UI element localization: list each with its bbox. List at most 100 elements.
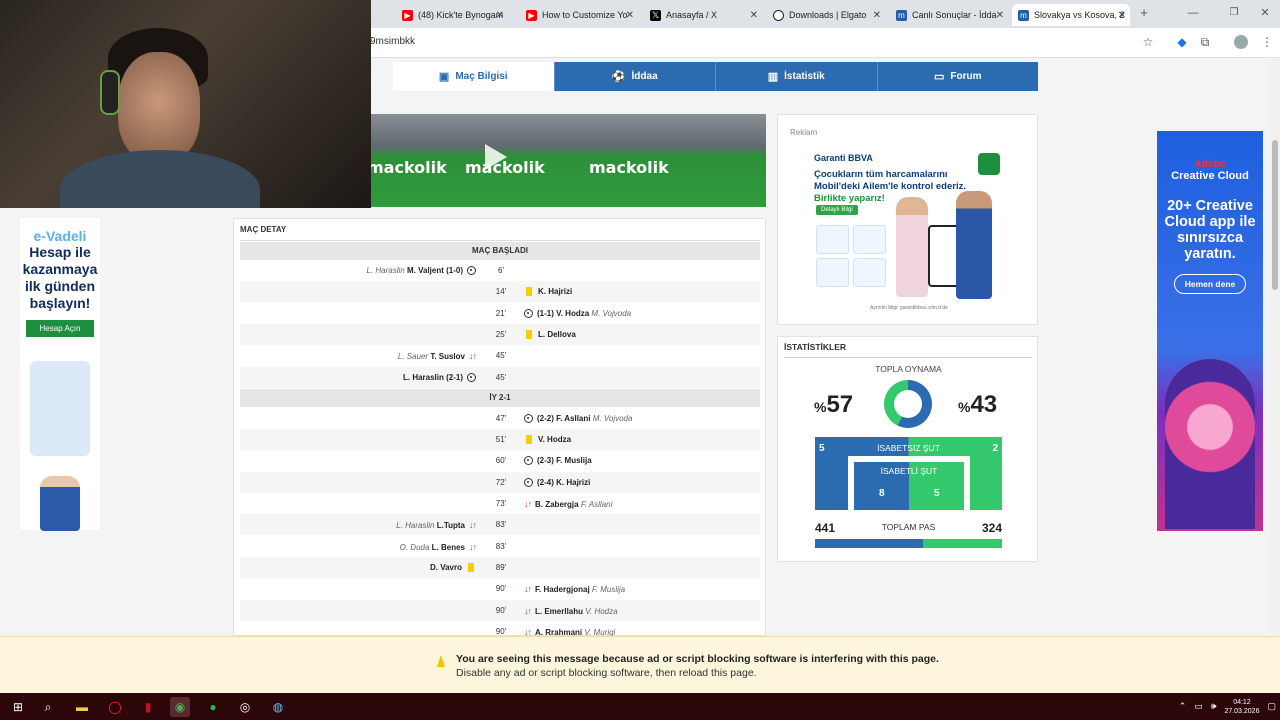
restore-icon[interactable]: ❐ — [1227, 6, 1241, 20]
headset-icon — [100, 70, 120, 115]
chat-icon: ▭ — [933, 71, 945, 83]
event-minute: 72' — [495, 477, 507, 487]
notification-icon[interactable]: ▢ — [1267, 701, 1276, 712]
event-away: (2-2) F. Asllani M. Vojvoda — [520, 413, 633, 423]
spotify-icon[interactable]: ● — [203, 697, 223, 717]
garanti-ad[interactable]: Reklam Garanti BBVA Çocukların tüm harca… — [777, 114, 1038, 325]
woman-image — [896, 197, 928, 297]
close-icon[interactable]: ✕ — [996, 10, 1004, 21]
url-field[interactable]: 9msimbkk — [370, 36, 415, 47]
close-icon[interactable]: ✕ — [873, 10, 881, 21]
youtube-icon: ▶ — [526, 9, 537, 21]
chevron-up-icon[interactable]: ⌃ — [1179, 701, 1187, 712]
event-away: L. Dellova — [520, 329, 576, 339]
obs-icon[interactable]: ◎ — [235, 697, 255, 717]
browser-tab-5[interactable]: m Canlı Sonuçlar - İdda ✕ — [890, 4, 1008, 26]
feature-tile — [853, 258, 886, 287]
bookmark-star-icon[interactable]: ☆ — [1141, 35, 1155, 49]
adobe-product: Creative Cloud — [1171, 170, 1249, 182]
tab-istatistik[interactable]: ▥ İstatistik — [716, 62, 878, 91]
possession-label: TOPLA OYNAMA — [875, 364, 942, 374]
close-icon[interactable]: ✕ — [626, 10, 634, 21]
event-assist: M. Vojvoda — [592, 413, 633, 423]
yellow-card-icon — [526, 329, 532, 339]
browser-tab-2[interactable]: ▶ How to Customize Yo ✕ — [520, 4, 638, 26]
extension-icon[interactable]: ◆ — [1175, 35, 1189, 49]
app-icon[interactable]: ▮ — [138, 697, 158, 717]
play-icon[interactable] — [485, 144, 507, 170]
file-explorer-icon[interactable]: ▬ — [72, 697, 92, 717]
puzzle-icon[interactable]: ⧉ — [1198, 35, 1212, 49]
left-ad-banner[interactable]: e-Vadeli Hesap ile kazanmaya ilk günden … — [20, 218, 100, 531]
substitution-icon: ↓↑ — [524, 605, 532, 616]
close-icon[interactable]: ✕ — [1118, 10, 1126, 21]
event-home: L. Haraslin M. Valjent (1-0) — [367, 266, 481, 275]
feature-tile — [853, 225, 886, 254]
profile-avatar[interactable] — [1234, 35, 1248, 49]
x-icon: 𝕏 — [650, 9, 661, 21]
chrome-icon[interactable]: ◉ — [170, 697, 190, 717]
close-window-icon[interactable]: ✕ — [1258, 6, 1272, 20]
match-detail-panel: MAÇ DETAY MAÇ BAŞLADI İY 2-1 L. Haraslin… — [233, 218, 766, 637]
try-now-button[interactable]: Hemen dene — [1173, 274, 1247, 294]
elgato-icon — [773, 9, 784, 21]
shots-on-home: 8 — [879, 488, 885, 499]
clock-time: 04:12 — [1233, 698, 1251, 706]
browser-tab-active[interactable]: m Slovakya vs Kosova, 2 ✕ — [1012, 4, 1130, 26]
search-icon[interactable]: ⌕ — [38, 697, 58, 717]
ad-title-text: Çocukların tüm harcamalarını Mobil'deki … — [814, 169, 966, 192]
warning-icon — [437, 655, 445, 667]
clock[interactable]: 04:12 27.03.2026 — [1224, 698, 1259, 716]
video-player[interactable]: mackolik mackolik mackolik — [371, 114, 766, 207]
artwork-image — [1165, 359, 1255, 529]
network-icon[interactable]: ▭ — [1194, 701, 1203, 712]
tab-iddaa[interactable]: ⚽ İddaa — [555, 62, 716, 91]
section-title: İSTATİSTİKLER — [784, 342, 847, 352]
steam-icon[interactable]: ◍ — [268, 697, 288, 717]
tab-mac-bilgisi[interactable]: ▣ Maç Bilgisi — [393, 62, 555, 91]
details-button[interactable]: Detaylı Bilgi — [816, 205, 858, 215]
browser-tab-1[interactable]: ▶ (48) Kick'te Bynogam ✕ — [396, 4, 508, 26]
event-assist: L. Sauer — [397, 352, 429, 362]
browser-tab-3[interactable]: 𝕏 Anasayfa / X ✕ — [644, 4, 762, 26]
yellow-card-icon — [526, 287, 532, 297]
event-row: 90' ↓↑ F. Hadergjonaj F. Muslija — [240, 578, 760, 599]
mackolik-icon: m — [1018, 9, 1029, 21]
mackolik-icon: m — [896, 9, 907, 21]
ad-title-slogan: Birlikte yaparız! — [814, 193, 885, 204]
system-tray: ⌃ ▭ 🕪 04:12 27.03.2026 ▢ — [1179, 693, 1276, 720]
event-player: (2-2) F. Asllani — [537, 413, 591, 423]
event-minute: 90' — [495, 584, 507, 594]
minimize-icon[interactable]: — — [1186, 6, 1200, 20]
open-account-button[interactable]: Hesap Açın — [25, 320, 95, 337]
event-row: D. Vavro 89' — [240, 556, 760, 578]
close-icon[interactable]: ✕ — [496, 10, 504, 21]
goal-icon — [467, 372, 476, 382]
feature-grid — [816, 225, 886, 287]
new-tab-icon[interactable]: + — [1137, 6, 1151, 20]
event-away: ↓↑ L. Emerllahu V. Hodza — [520, 606, 618, 616]
event-player: D. Vavro — [429, 562, 462, 572]
tab-forum[interactable]: ▭ Forum — [878, 62, 1039, 91]
scrollbar-thumb[interactable] — [1272, 140, 1278, 290]
event-home: D. Vavro — [429, 562, 480, 572]
event-row: 73' ↓↑ B. Zabergja F. Asllani — [240, 493, 760, 514]
event-row: L. Haraslin L.Tupta ↓↑ 83' — [240, 514, 760, 536]
event-minute: 83' — [495, 541, 507, 551]
tab-label: Forum — [950, 71, 982, 82]
close-icon[interactable]: ✕ — [750, 10, 758, 21]
event-assist: F. Asllani — [580, 500, 613, 509]
video-brand: mackolik — [589, 158, 669, 177]
windows-start-icon[interactable]: ⊞ — [8, 697, 28, 717]
event-assist: O. Duda — [399, 542, 430, 552]
browser-tab-4[interactable]: Downloads | Elgato ✕ — [767, 4, 885, 26]
event-home: O. Duda L. Benes ↓↑ — [400, 542, 480, 552]
opera-icon[interactable]: ◯ — [105, 697, 125, 717]
event-away: (1-1) V. Hodza M. Vojvoda — [520, 308, 632, 318]
adobe-ad[interactable]: Adobe Creative Cloud 20+ Creative Cloud … — [1157, 131, 1263, 531]
event-assist: M. Vojvoda — [591, 308, 632, 318]
menu-icon[interactable]: ⋮ — [1260, 35, 1274, 49]
goal-icon — [467, 266, 476, 275]
volume-icon[interactable]: 🕪 — [1211, 701, 1217, 712]
person-image — [40, 476, 80, 531]
